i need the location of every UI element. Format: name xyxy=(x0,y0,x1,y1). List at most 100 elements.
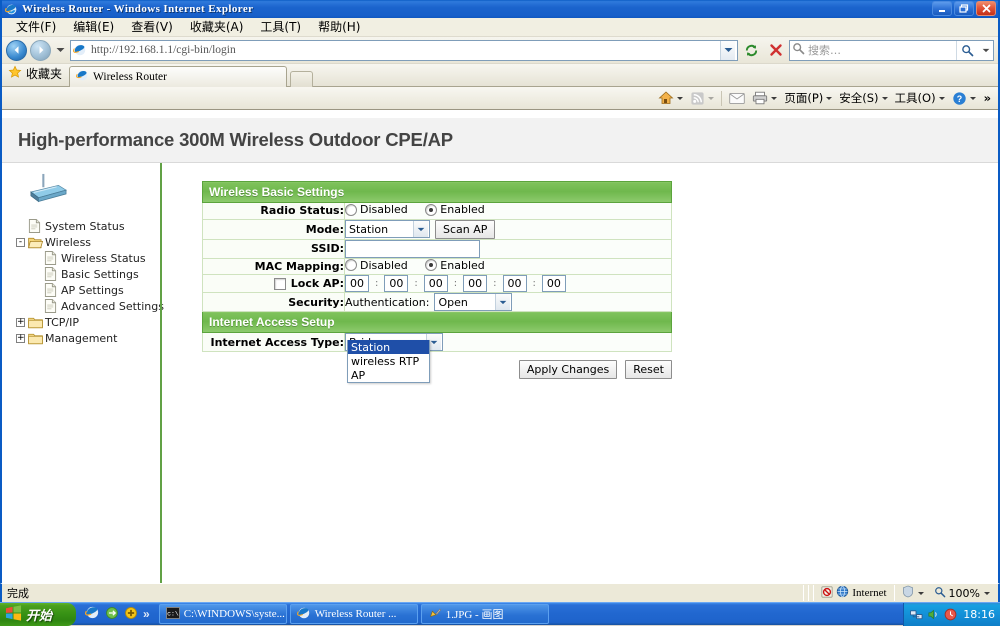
sidebar-item-label: Wireless Status xyxy=(61,251,146,265)
router-icon xyxy=(26,173,160,214)
mac-mapping-enabled[interactable]: Enabled xyxy=(425,259,485,272)
zoom-control[interactable]: 100% xyxy=(929,585,998,602)
taskbar-task-3[interactable]: 1.JPG - 画图 xyxy=(420,604,549,624)
ie-quicklaunch-icon[interactable] xyxy=(85,605,100,623)
sidebar-item-ap-settings[interactable]: AP Settings xyxy=(16,282,160,298)
network-icon[interactable] xyxy=(910,608,923,621)
sidebar-item-wireless-status[interactable]: Wireless Status xyxy=(16,250,160,266)
authentication-select[interactable]: Open xyxy=(434,293,513,311)
mail-button[interactable] xyxy=(726,89,748,108)
address-bar[interactable]: http://192.168.1.1/cgi-bin/login xyxy=(70,39,738,61)
minimize-button[interactable] xyxy=(932,1,952,16)
blocked-icon xyxy=(821,585,833,601)
menu-view[interactable]: 查看(V) xyxy=(123,16,182,38)
radio-status-disabled-label: Disabled xyxy=(360,203,408,216)
help-button[interactable]: ? xyxy=(949,89,979,108)
mode-option-wireless-rtp[interactable]: wireless RTP xyxy=(348,354,429,368)
cmd-page[interactable]: 页面(P) xyxy=(781,89,835,108)
safety-dropdown-icon[interactable] xyxy=(881,96,888,100)
feeds-dropdown-icon[interactable] xyxy=(708,96,715,100)
sidebar-item-management[interactable]: + Management xyxy=(16,330,160,346)
print-button[interactable] xyxy=(749,89,780,108)
quicklaunch-overflow-icon[interactable]: » xyxy=(143,607,150,621)
zoom-dropdown-icon[interactable] xyxy=(984,591,990,595)
cmd-tools[interactable]: 工具(O) xyxy=(892,89,948,108)
start-button[interactable]: 开始 xyxy=(0,602,76,626)
lock-ap-checkbox[interactable] xyxy=(273,277,286,290)
new-tab-button[interactable] xyxy=(290,71,314,87)
sidebar-item-system-status[interactable]: System Status xyxy=(16,218,160,234)
tools-dropdown-icon[interactable] xyxy=(938,96,945,100)
mac-octet-input-3[interactable]: 00 xyxy=(423,275,448,292)
search-input[interactable]: 搜索… xyxy=(789,39,994,61)
taskbar-tasks: c:\ C:\WINDOWS\syste... Wireless Router ..… xyxy=(155,604,904,624)
restore-button[interactable] xyxy=(954,1,974,16)
menu-favorites[interactable]: 收藏夹(A) xyxy=(182,16,253,38)
radio-status-disabled[interactable]: Disabled xyxy=(345,203,408,216)
page-dropdown-icon[interactable] xyxy=(826,96,833,100)
expand-icon[interactable]: + xyxy=(16,333,25,343)
mode-option-station[interactable]: Station xyxy=(348,340,429,354)
authentication-value: Open xyxy=(438,295,468,309)
command-overflow-button[interactable]: » xyxy=(980,89,994,108)
tab-wireless-router[interactable]: Wireless Router xyxy=(69,66,288,87)
taskbar-task-1[interactable]: c:\ C:\WINDOWS\syste... xyxy=(158,604,287,624)
menu-edit[interactable]: 编辑(E) xyxy=(65,16,123,38)
mac-octet-input-5[interactable]: 00 xyxy=(502,275,527,292)
menu-tools[interactable]: 工具(T) xyxy=(252,16,310,38)
taskbar-task-label: Wireless Router ... xyxy=(314,608,397,620)
show-desktop-icon[interactable] xyxy=(105,606,119,623)
url-text: http://192.168.1.1/cgi-bin/login xyxy=(91,44,236,56)
reset-button[interactable]: Reset xyxy=(625,360,672,379)
mac-octet-input-6[interactable]: 00 xyxy=(541,275,566,292)
sidebar-item-tcp-ip[interactable]: + TCP/IP xyxy=(16,314,160,330)
taskbar-clock[interactable]: 18:16 xyxy=(961,608,995,621)
menu-help[interactable]: 帮助(H) xyxy=(310,16,369,38)
mode-select[interactable]: Station xyxy=(345,220,430,238)
sidebar-item-advanced-settings[interactable]: Advanced Settings xyxy=(16,298,164,314)
clock-tray-icon[interactable] xyxy=(944,608,957,621)
search-provider-dropdown-icon[interactable] xyxy=(981,41,991,60)
scan-ap-button[interactable]: Scan AP xyxy=(435,219,496,239)
protected-mode-indicator[interactable] xyxy=(897,585,929,602)
menu-file[interactable]: 文件(F) xyxy=(8,16,65,38)
page-icon xyxy=(73,43,87,57)
menu-bar: 文件(F) 编辑(E) 查看(V) 收藏夹(A) 工具(T) 帮助(H) xyxy=(2,18,998,37)
history-dropdown-icon[interactable] xyxy=(54,40,67,61)
search-go-button[interactable] xyxy=(956,40,978,60)
volume-icon[interactable] xyxy=(927,608,940,621)
print-dropdown-icon[interactable] xyxy=(771,96,778,100)
expand-icon[interactable]: + xyxy=(16,317,25,327)
mode-dropdown-list[interactable]: Station wireless RTP AP xyxy=(347,340,430,383)
favorites-button[interactable]: 收藏夹 xyxy=(2,64,69,86)
mac-octet-input-2[interactable]: 00 xyxy=(384,275,409,292)
cmd-safety[interactable]: 安全(S) xyxy=(836,89,890,108)
cmd-page-label: 页面(P) xyxy=(784,91,824,105)
sidebar-item-label: AP Settings xyxy=(61,283,124,297)
back-button[interactable] xyxy=(6,39,27,61)
sidebar-item-wireless[interactable]: - Wireless xyxy=(16,234,160,250)
refresh-button[interactable] xyxy=(741,40,762,61)
close-button[interactable] xyxy=(976,1,996,16)
home-button[interactable] xyxy=(655,89,686,108)
collapse-icon[interactable]: - xyxy=(16,237,25,247)
apply-changes-button[interactable]: Apply Changes xyxy=(518,360,618,379)
mac-mapping-disabled[interactable]: Disabled xyxy=(345,259,408,272)
security-zone[interactable]: Internet xyxy=(816,585,891,602)
mac-octet-input-1[interactable]: 00 xyxy=(345,275,369,292)
taskbar-task-2[interactable]: Wireless Router ... xyxy=(289,604,418,624)
protected-mode-dropdown-icon[interactable] xyxy=(917,591,924,595)
add-icon[interactable] xyxy=(124,606,138,623)
stop-button[interactable] xyxy=(765,40,786,61)
mode-option-ap[interactable]: AP xyxy=(348,368,429,382)
radio-status-enabled[interactable]: Enabled xyxy=(425,203,485,216)
help-dropdown-icon[interactable] xyxy=(969,96,976,100)
address-dropdown-icon[interactable] xyxy=(720,40,735,60)
forward-button[interactable] xyxy=(30,39,51,61)
mac-octet-input-4[interactable]: 00 xyxy=(463,275,488,292)
home-dropdown-icon[interactable] xyxy=(677,96,684,100)
ssid-input[interactable] xyxy=(345,239,480,258)
feeds-button[interactable] xyxy=(687,89,717,108)
sidebar-item-basic-settings[interactable]: Basic Settings xyxy=(16,266,160,282)
title-bar: Wireless Router - Windows Internet Explo… xyxy=(2,0,998,18)
